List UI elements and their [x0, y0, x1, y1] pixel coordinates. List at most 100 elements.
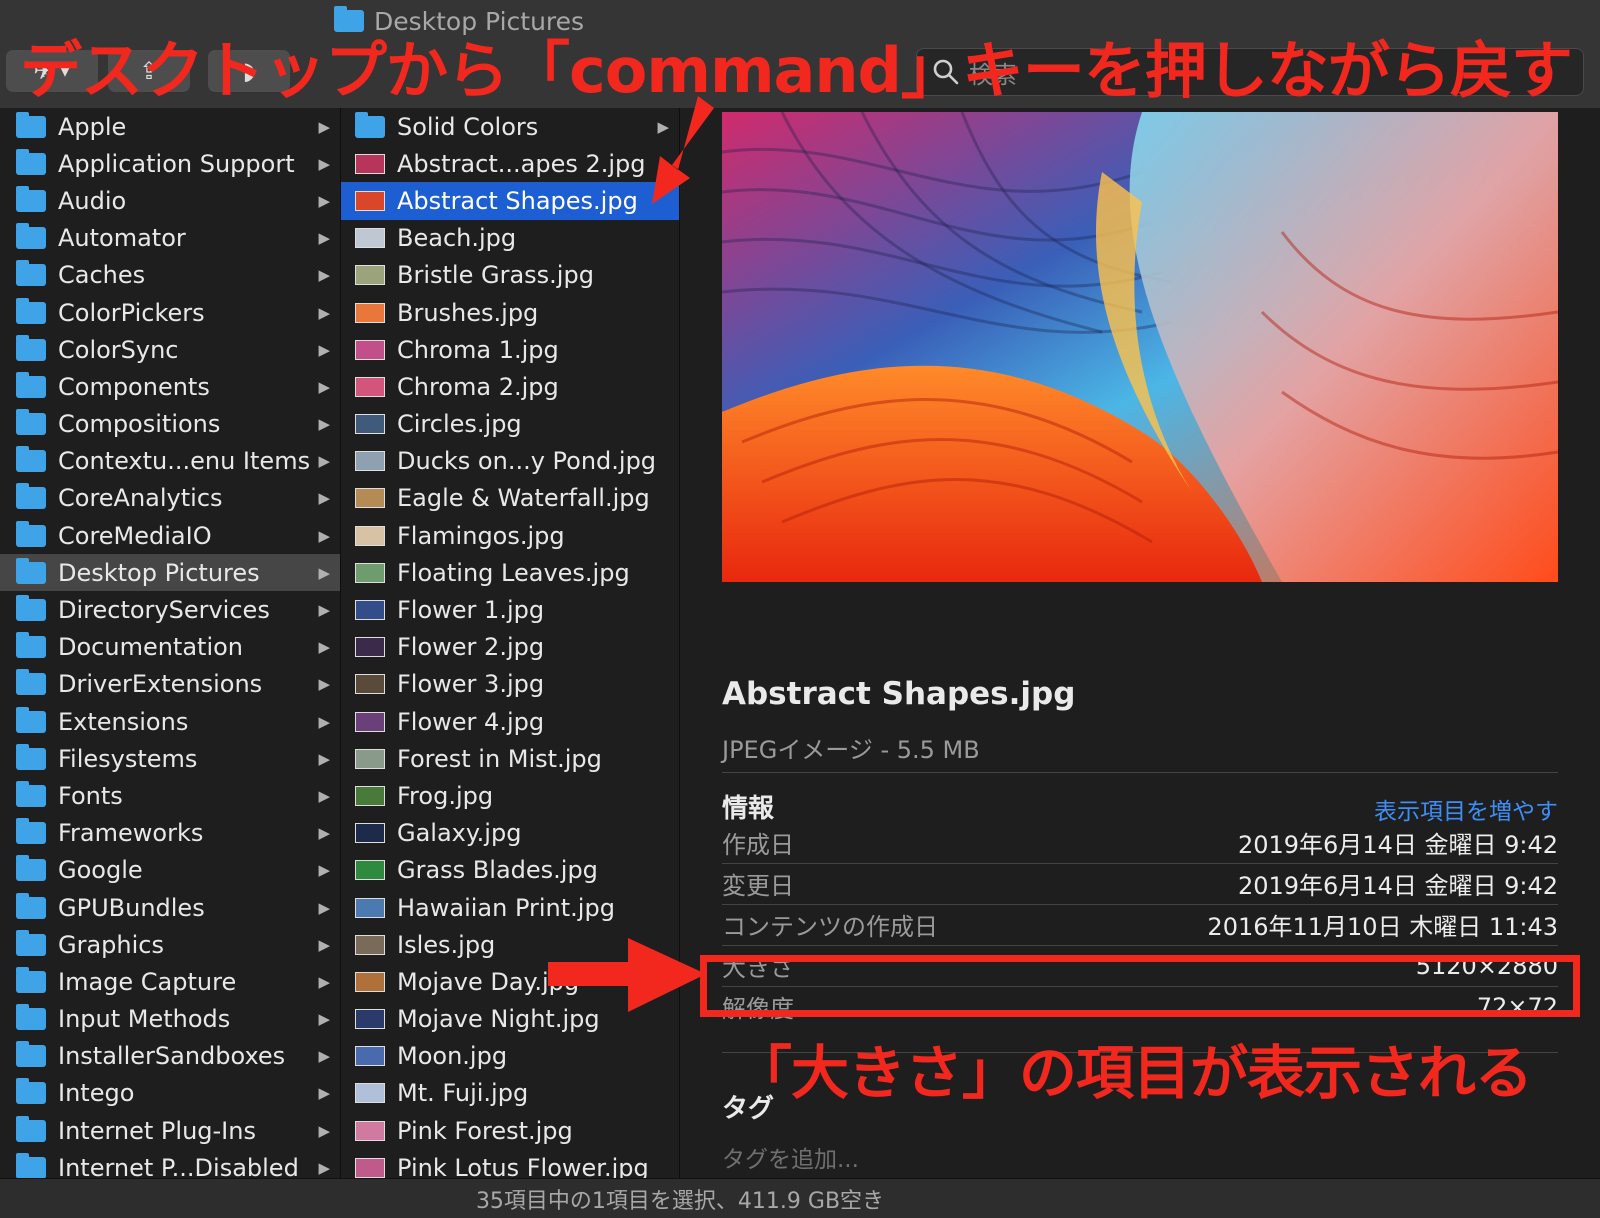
- folder-row[interactable]: DriverExtensions ▶: [0, 666, 340, 703]
- image-thumbnail-icon: [355, 637, 385, 658]
- folder-row[interactable]: Graphics ▶: [0, 926, 340, 963]
- chevron-right-icon: ▶: [318, 1158, 330, 1177]
- folder-row-label: Intego: [58, 1079, 135, 1108]
- file-row[interactable]: Frog.jpg: [341, 777, 679, 814]
- folder-row[interactable]: GPUBundles ▶: [0, 889, 340, 926]
- folder-row[interactable]: Solid Colors ▶: [341, 108, 679, 145]
- folder-row[interactable]: ColorSync ▶: [0, 331, 340, 368]
- folder-row[interactable]: Filesystems ▶: [0, 740, 340, 777]
- image-thumbnail-icon: [355, 190, 385, 211]
- folder-row[interactable]: CoreAnalytics ▶: [0, 480, 340, 517]
- folder-row[interactable]: Contextu...enu Items ▶: [0, 443, 340, 480]
- chevron-right-icon: ▶: [318, 1121, 330, 1140]
- info-key: 作成日: [722, 831, 794, 859]
- preview-image: [722, 112, 1558, 582]
- folder-row[interactable]: Automator ▶: [0, 220, 340, 257]
- folder-row[interactable]: DirectoryServices ▶: [0, 591, 340, 628]
- file-row[interactable]: Mojave Day.jpg: [341, 963, 679, 1000]
- file-row[interactable]: Pink Forest.jpg: [341, 1112, 679, 1149]
- file-row[interactable]: Forest in Mist.jpg: [341, 740, 679, 777]
- file-row[interactable]: Flower 1.jpg: [341, 591, 679, 628]
- file-row-label: Galaxy.jpg: [397, 819, 522, 848]
- file-row[interactable]: Isles.jpg: [341, 926, 679, 963]
- image-thumbnail-icon: [355, 934, 385, 955]
- folder-row[interactable]: Apple ▶: [0, 108, 340, 145]
- folder-row[interactable]: Internet P...Disabled ▶: [0, 1149, 340, 1178]
- file-row[interactable]: Eagle & Waterfall.jpg: [341, 480, 679, 517]
- file-row[interactable]: Flower 2.jpg: [341, 629, 679, 666]
- folder-row-label: Documentation: [58, 633, 244, 662]
- folder-row[interactable]: Extensions ▶: [0, 703, 340, 740]
- image-thumbnail-icon: [355, 748, 385, 769]
- chevron-right-icon: ▶: [318, 266, 330, 285]
- image-thumbnail-icon: [355, 1120, 385, 1141]
- file-row[interactable]: Chroma 2.jpg: [341, 368, 679, 405]
- folder-row[interactable]: Documentation ▶: [0, 629, 340, 666]
- folder-row[interactable]: Google ▶: [0, 852, 340, 889]
- folder-icon: [16, 1115, 46, 1142]
- image-thumbnail-icon: [355, 153, 385, 174]
- folder-row-label: Graphics: [58, 930, 164, 959]
- folder-icon: [16, 706, 46, 733]
- file-row[interactable]: Beach.jpg: [341, 220, 679, 257]
- file-row[interactable]: Mojave Night.jpg: [341, 1001, 679, 1038]
- folder-icon: [16, 297, 46, 324]
- image-thumbnail-icon: [355, 674, 385, 695]
- folder-row-label: Audio: [58, 186, 127, 215]
- folder-row-label: Fonts: [58, 781, 123, 810]
- file-row[interactable]: Chroma 1.jpg: [341, 331, 679, 368]
- folder-row[interactable]: Frameworks ▶: [0, 815, 340, 852]
- file-row-label: Moon.jpg: [397, 1042, 508, 1071]
- folder-icon: [16, 595, 46, 622]
- folder-row[interactable]: Image Capture ▶: [0, 963, 340, 1000]
- folder-row[interactable]: CoreMediaIO ▶: [0, 517, 340, 554]
- file-row[interactable]: Brushes.jpg: [341, 294, 679, 331]
- info-value: 2016年11月10日 木曜日 11:43: [1207, 913, 1558, 941]
- file-row[interactable]: Circles.jpg: [341, 406, 679, 443]
- file-row[interactable]: Hawaiian Print.jpg: [341, 889, 679, 926]
- folder-row[interactable]: Caches ▶: [0, 257, 340, 294]
- info-row: 作成日 2019年6月14日 金曜日 9:42: [722, 822, 1558, 863]
- file-row[interactable]: Pink Lotus Flower.jpg: [341, 1149, 679, 1178]
- folder-row[interactable]: Intego ▶: [0, 1075, 340, 1112]
- file-row[interactable]: Flamingos.jpg: [341, 517, 679, 554]
- folder-row[interactable]: Internet Plug-Ins ▶: [0, 1112, 340, 1149]
- file-row[interactable]: Grass Blades.jpg: [341, 852, 679, 889]
- folder-row[interactable]: Application Support ▶: [0, 145, 340, 182]
- folder-icon: [16, 483, 46, 510]
- file-row[interactable]: Bristle Grass.jpg: [341, 257, 679, 294]
- file-row-label: Mt. Fuji.jpg: [397, 1079, 529, 1108]
- file-row[interactable]: Abstract...apes 2.jpg: [341, 145, 679, 182]
- folder-row[interactable]: Desktop Pictures ▶: [0, 554, 340, 592]
- folder-row[interactable]: InstallerSandboxes ▶: [0, 1038, 340, 1075]
- tags-input[interactable]: タグを追加...: [722, 1140, 859, 1174]
- chevron-right-icon: ▶: [318, 117, 330, 136]
- column-desktop-pictures[interactable]: Solid Colors ▶ Abstract...apes 2.jpg Abstra…: [341, 108, 680, 1178]
- image-thumbnail-icon: [355, 1083, 385, 1104]
- folder-row[interactable]: Audio ▶: [0, 182, 340, 219]
- folder-row[interactable]: Input Methods ▶: [0, 1001, 340, 1038]
- chevron-right-icon: ▶: [318, 898, 330, 917]
- divider: [722, 772, 1558, 773]
- image-thumbnail-icon: [355, 785, 385, 806]
- image-thumbnail-icon: [355, 302, 385, 323]
- folder-row[interactable]: Components ▶: [0, 368, 340, 405]
- image-thumbnail-icon: [355, 823, 385, 844]
- folder-row[interactable]: Fonts ▶: [0, 777, 340, 814]
- info-value: 2019年6月14日 金曜日 9:42: [1237, 831, 1558, 859]
- file-row[interactable]: Flower 4.jpg: [341, 703, 679, 740]
- file-row[interactable]: Mt. Fuji.jpg: [341, 1075, 679, 1112]
- window-title: Desktop Pictures: [334, 6, 584, 36]
- file-row[interactable]: Galaxy.jpg: [341, 815, 679, 852]
- folder-row[interactable]: Compositions ▶: [0, 406, 340, 443]
- show-more-link[interactable]: 表示項目を増やす: [1374, 792, 1558, 826]
- file-row[interactable]: Ducks on...y Pond.jpg: [341, 443, 679, 480]
- info-row: コンテンツの作成日 2016年11月10日 木曜日 11:43: [722, 904, 1558, 945]
- file-row[interactable]: Flower 3.jpg: [341, 666, 679, 703]
- file-row[interactable]: Abstract Shapes.jpg: [341, 182, 679, 220]
- folder-row-label: Components: [58, 372, 210, 401]
- column-library[interactable]: Apple ▶ Application Support ▶ Audio ▶ Automato…: [0, 108, 341, 1178]
- file-row[interactable]: Floating Leaves.jpg: [341, 554, 679, 591]
- folder-row[interactable]: ColorPickers ▶: [0, 294, 340, 331]
- file-row[interactable]: Moon.jpg: [341, 1038, 679, 1075]
